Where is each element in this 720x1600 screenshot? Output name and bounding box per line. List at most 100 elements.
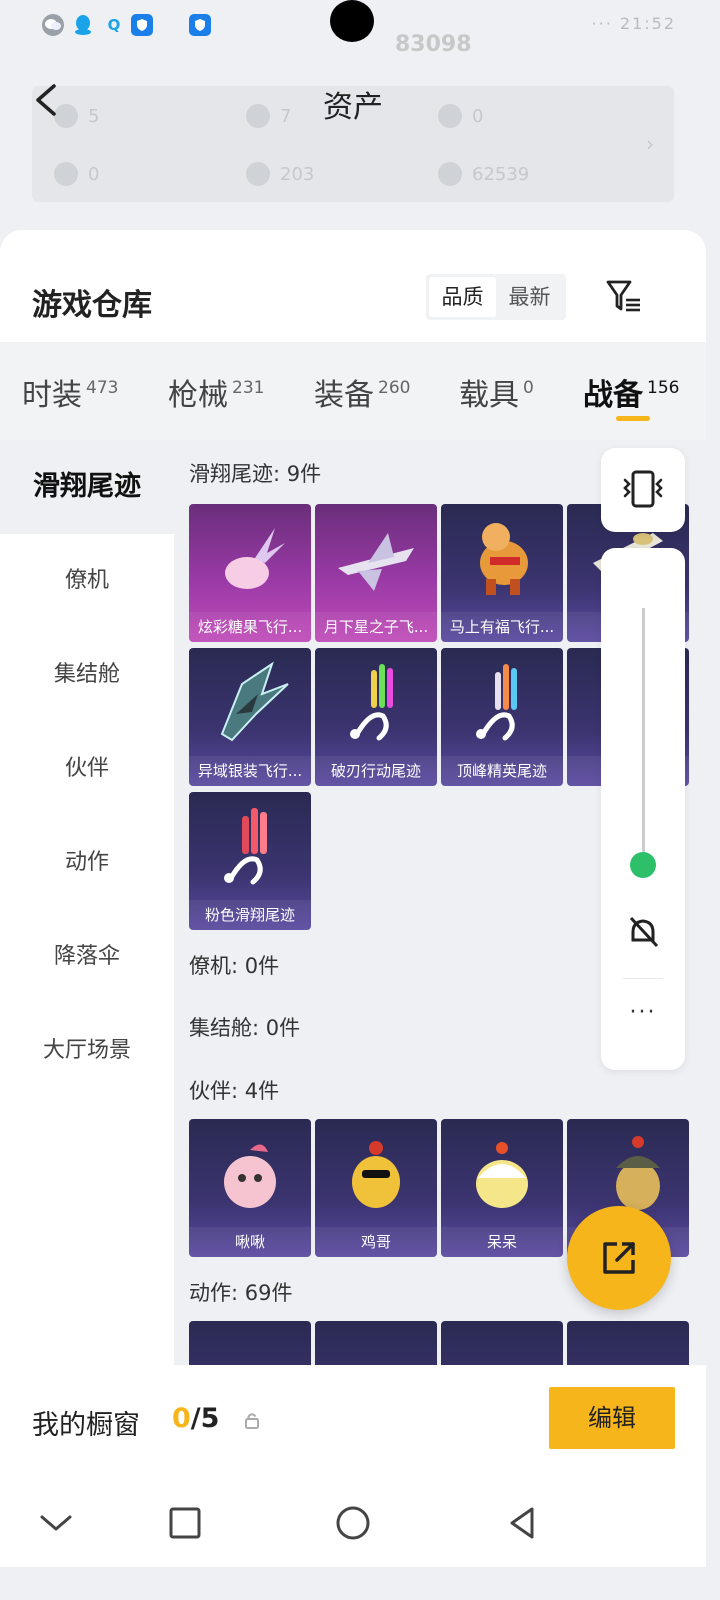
item-card[interactable]: 异域银装飞行... xyxy=(189,648,311,786)
status-bar: Q 83098 ··· 21:52 xyxy=(0,0,706,57)
status-right: ··· 21:52 xyxy=(591,14,676,33)
share-icon xyxy=(603,1242,635,1274)
warehouse-title: 游戏仓库 xyxy=(32,288,152,323)
item-image xyxy=(567,1321,689,1365)
item-image xyxy=(189,504,311,612)
showcase-label: 我的橱窗 xyxy=(32,1410,140,1441)
item-image xyxy=(441,1119,563,1227)
tab-vehicles[interactable]: 载具 0 xyxy=(459,370,534,414)
camera-cutout xyxy=(330,0,374,42)
item-card[interactable]: 鸡哥 xyxy=(315,1119,437,1257)
side-item-pod[interactable]: 集结舱 xyxy=(0,628,174,722)
item-name: 炫彩糖果飞行... xyxy=(189,612,311,642)
tab-count: 473 xyxy=(86,378,119,398)
item-card[interactable] xyxy=(315,1321,437,1365)
tab-count: 260 xyxy=(378,378,411,398)
sort-option-quality[interactable]: 品质 xyxy=(429,277,496,317)
asset-value: 0 xyxy=(88,163,100,185)
section-title-emote: 动作: 69件 xyxy=(189,1281,293,1305)
asset-value: 62539 xyxy=(472,163,530,185)
home-icon[interactable] xyxy=(333,1503,373,1543)
edit-button[interactable]: 编辑 xyxy=(549,1387,675,1449)
volume-slider-handle[interactable] xyxy=(630,852,656,878)
item-image xyxy=(189,1119,311,1227)
showcase-used: 0 xyxy=(172,1403,191,1434)
side-item-partner[interactable]: 伙伴 xyxy=(0,722,174,816)
item-image: ♪ xyxy=(189,1321,311,1365)
section-title-glide: 滑翔尾迹: 9件 xyxy=(189,462,322,486)
item-card[interactable] xyxy=(567,1321,689,1365)
chevron-right-icon: › xyxy=(646,132,654,156)
tab-equipment[interactable]: 装备 260 xyxy=(314,370,410,414)
qq-icon xyxy=(72,14,94,36)
tab-count: 156 xyxy=(647,378,680,398)
vibrate-button[interactable] xyxy=(601,448,685,532)
item-image xyxy=(315,1119,437,1227)
item-name: 月下星之子飞... xyxy=(315,612,437,642)
tab-label: 战备 xyxy=(583,378,643,413)
wechat-icon xyxy=(42,14,64,36)
item-name: 鸡哥 xyxy=(315,1227,437,1257)
item-card[interactable]: 啾啾 xyxy=(189,1119,311,1257)
header: 资产 xyxy=(0,70,706,130)
side-menu: 滑翔尾迹 僚机 集结舱 伙伴 动作 降落伞 大厅场景 xyxy=(0,440,174,1370)
active-tab-indicator xyxy=(616,416,650,421)
volume-track[interactable] xyxy=(642,608,645,866)
sort-toggle: 品质 最新 xyxy=(426,274,566,320)
item-card[interactable]: 月下星之子飞... xyxy=(315,504,437,642)
category-tabs: 时装 473 枪械 231 装备 260 载具 0 战备 156 xyxy=(0,342,706,440)
item-name: 顶峰精英尾迹 xyxy=(441,756,563,786)
item-image xyxy=(315,504,437,612)
item-image xyxy=(189,792,311,900)
tab-fashion[interactable]: 时装 473 xyxy=(22,370,118,414)
item-card[interactable]: 破刃行动尾迹 xyxy=(315,648,437,786)
item-image: ♪ xyxy=(441,1321,563,1365)
item-card[interactable]: ♪ xyxy=(189,1321,311,1365)
item-card[interactable]: 顶峰精英尾迹 xyxy=(441,648,563,786)
item-card[interactable]: 马上有福飞行... xyxy=(441,504,563,642)
share-button[interactable] xyxy=(567,1206,671,1310)
vibrate-icon xyxy=(623,470,663,508)
chevron-down-icon[interactable] xyxy=(36,1503,76,1543)
divider xyxy=(623,978,663,979)
item-name: 呆呆 xyxy=(441,1227,563,1257)
item-image xyxy=(315,648,437,756)
card-icon xyxy=(54,162,78,186)
sort-option-newest[interactable]: 最新 xyxy=(496,277,563,317)
shield-app-icon xyxy=(131,14,153,36)
asset-value: 203 xyxy=(280,163,315,185)
item-card[interactable]: ♪ xyxy=(441,1321,563,1365)
item-name: 异域银装飞行... xyxy=(189,756,311,786)
tab-count: 0 xyxy=(523,378,534,398)
back-nav-icon[interactable] xyxy=(502,1503,542,1543)
side-item-wingman[interactable]: 僚机 xyxy=(0,534,174,628)
item-image xyxy=(315,1321,437,1365)
tab-label: 装备 xyxy=(314,378,374,413)
filter-icon[interactable] xyxy=(604,276,644,316)
item-card[interactable]: 炫彩糖果飞行... xyxy=(189,504,311,642)
item-card[interactable]: 粉色滑翔尾迹 xyxy=(189,792,311,930)
showcase-total: /5 xyxy=(190,1403,220,1434)
q-icon: Q xyxy=(107,16,121,34)
bronze-coin-icon xyxy=(438,162,462,186)
bell-off-icon[interactable] xyxy=(623,912,663,952)
tab-guns[interactable]: 枪械 231 xyxy=(168,370,264,414)
section-title-partner: 伙伴: 4件 xyxy=(189,1079,280,1103)
section-title-pod: 集结舱: 0件 xyxy=(189,1016,301,1040)
item-name: 啾啾 xyxy=(189,1227,311,1257)
side-item-parachute[interactable]: 降落伞 xyxy=(0,910,174,1004)
side-item-emote[interactable]: 动作 xyxy=(0,816,174,910)
side-item-glide-trail[interactable]: 滑翔尾迹 xyxy=(0,440,174,534)
asset-item: 0 xyxy=(54,162,99,186)
side-item-lobby-scene[interactable]: 大厅场景 xyxy=(0,1004,174,1098)
recents-icon[interactable] xyxy=(165,1503,205,1543)
page-title: 资产 xyxy=(323,90,383,125)
item-card[interactable]: 呆呆 xyxy=(441,1119,563,1257)
blurred-balance: 83098 xyxy=(395,32,472,57)
item-name: 破刃行动尾迹 xyxy=(315,756,437,786)
system-nav-bar xyxy=(0,1477,706,1567)
more-button[interactable]: ··· xyxy=(601,1000,685,1025)
tab-combat-gear[interactable]: 战备 156 xyxy=(583,370,679,414)
shield-app-icon xyxy=(189,14,211,36)
asset-item: 203 xyxy=(246,162,314,186)
